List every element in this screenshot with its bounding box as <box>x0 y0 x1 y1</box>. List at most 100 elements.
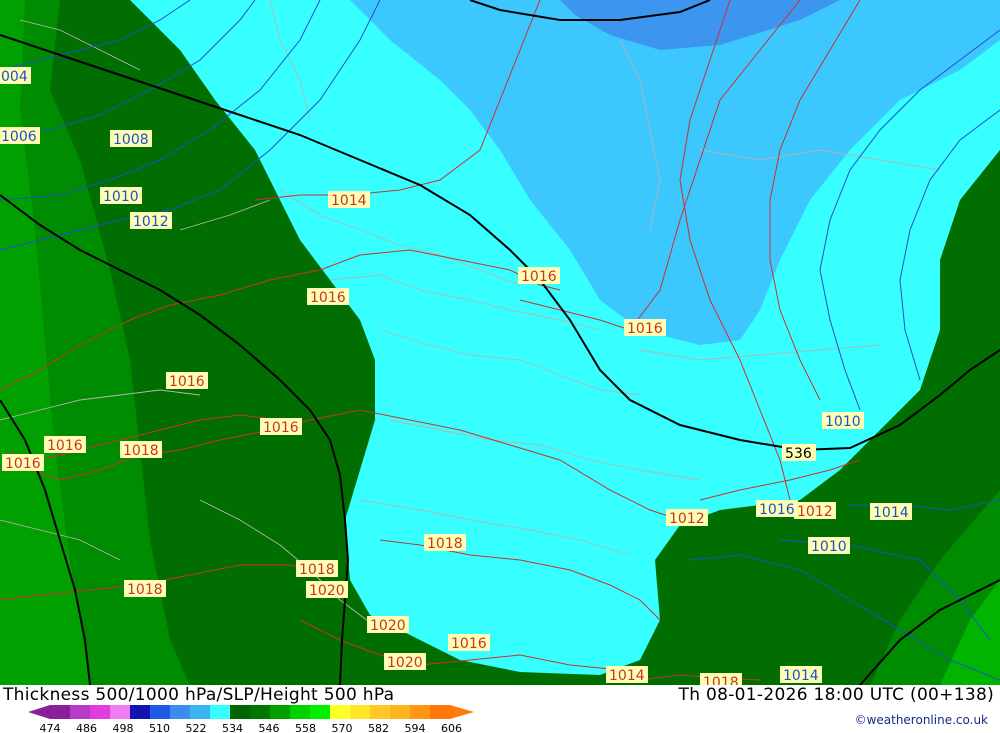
svg-text:1016: 1016 <box>310 290 346 306</box>
svg-text:1014: 1014 <box>331 193 367 209</box>
isobar-label: 1014 <box>870 503 912 521</box>
isobar-label: 1012 <box>794 502 836 520</box>
scale-swatch <box>230 705 251 719</box>
isobar-label: 1016 <box>756 500 798 518</box>
svg-text:1018: 1018 <box>127 582 163 598</box>
svg-text:1020: 1020 <box>309 583 345 599</box>
isobar-label: 1012 <box>666 509 708 527</box>
color-scale-bar <box>28 705 474 719</box>
svg-text:1016: 1016 <box>627 321 663 337</box>
isobar-label: 1016 <box>166 372 208 390</box>
svg-text:1012: 1012 <box>797 504 833 520</box>
svg-text:1010: 1010 <box>103 189 139 205</box>
thickness-map: 0041006 100810101012101410161016101610161… <box>0 0 1000 685</box>
svg-text:1016: 1016 <box>5 456 41 472</box>
isobar-label: 1008 <box>110 130 152 148</box>
scale-tick-label: 534 <box>222 722 243 733</box>
scale-swatch <box>330 705 351 719</box>
svg-text:1006: 1006 <box>1 129 37 145</box>
scale-tick-label: 522 <box>185 722 207 733</box>
isobar-label: 1010 <box>100 187 142 205</box>
scale-swatch <box>90 705 111 719</box>
isobar-label: 1010 <box>822 412 864 430</box>
svg-text:1016: 1016 <box>47 438 83 454</box>
thickness-label: 536 <box>782 444 816 462</box>
svg-text:1018: 1018 <box>299 562 335 578</box>
scale-swatch <box>130 705 151 719</box>
svg-text:1016: 1016 <box>263 420 299 436</box>
scale-right-arrow <box>450 705 474 719</box>
svg-text:1014: 1014 <box>783 668 819 684</box>
svg-text:1016: 1016 <box>169 374 205 390</box>
scale-tick-label: 510 <box>149 722 170 733</box>
isobar-label: 1016 <box>448 634 490 652</box>
svg-text:1016: 1016 <box>759 502 795 518</box>
scale-swatch <box>170 705 191 719</box>
scale-tick-label: 474 <box>39 722 61 733</box>
isobar-label: 1018 <box>424 534 466 552</box>
isobar-label: 1018 <box>296 560 338 578</box>
scale-swatch <box>310 705 331 719</box>
svg-text:1020: 1020 <box>387 655 423 671</box>
scale-tick-label: 558 <box>295 722 316 733</box>
map-title: Thickness 500/1000 hPa/SLP/Height 500 hP… <box>3 685 395 705</box>
scale-swatch <box>370 705 391 719</box>
isobar-label: 1018 <box>124 580 166 598</box>
scale-tick-label: 546 <box>258 722 280 733</box>
weather-map-page: 004 1006 1008 1010 1012 1014 1016 1016 1016 1016 1… <box>0 0 1000 733</box>
scale-swatch <box>430 705 451 719</box>
svg-text:536: 536 <box>785 446 812 462</box>
scale-swatch <box>390 705 411 719</box>
scale-swatch <box>190 705 211 719</box>
svg-text:1018: 1018 <box>123 443 159 459</box>
isobar-label: 1014 <box>606 666 648 684</box>
isobar-label: 1016 <box>518 267 560 285</box>
isobar-label: 1010 <box>808 537 850 555</box>
scale-tick-label: 594 <box>404 722 426 733</box>
scale-swatch <box>110 705 131 719</box>
svg-text:1010: 1010 <box>811 539 847 555</box>
svg-text:1014: 1014 <box>609 668 645 684</box>
scale-tick-label: 582 <box>368 722 389 733</box>
scale-swatch <box>70 705 91 719</box>
scale-swatch <box>270 705 291 719</box>
scale-swatch <box>210 705 231 719</box>
scale-tick-label: 498 <box>112 722 134 733</box>
scale-swatch <box>150 705 171 719</box>
svg-text:004: 004 <box>1 69 28 85</box>
isobar-label: 1018 <box>120 441 162 459</box>
svg-text:1012: 1012 <box>669 511 705 527</box>
scale-tick-label: 606 <box>441 722 462 733</box>
isobar-label: 1006 <box>0 127 40 145</box>
scale-swatch <box>250 705 271 719</box>
svg-text:1018: 1018 <box>703 675 739 685</box>
isobar-label: 1020 <box>367 616 409 634</box>
isobar-label: 004 <box>0 67 31 85</box>
isobar-label: 1012 <box>130 212 172 230</box>
isobar-label: 1014 <box>328 191 370 209</box>
isobar-label: 1016 <box>307 288 349 306</box>
isobar-label: 1016 <box>624 319 666 337</box>
scale-swatch <box>350 705 371 719</box>
svg-text:1016: 1016 <box>521 269 557 285</box>
svg-text:1008: 1008 <box>113 132 149 148</box>
isobar-label: 1016 <box>44 436 86 454</box>
svg-text:1018: 1018 <box>427 536 463 552</box>
credit-link[interactable]: ©weatheronline.co.uk <box>855 713 988 727</box>
map-footer: Thickness 500/1000 hPa/SLP/Height 500 hP… <box>0 685 1000 733</box>
svg-text:1012: 1012 <box>133 214 169 230</box>
svg-text:1014: 1014 <box>873 505 909 521</box>
isobar-label: 1014 <box>780 666 822 684</box>
scale-left-arrow <box>28 705 50 719</box>
scale-tick-label: 486 <box>76 722 97 733</box>
svg-text:1020: 1020 <box>370 618 406 634</box>
isobar-label: 1016 <box>260 418 302 436</box>
scale-swatch <box>50 705 71 719</box>
isobar-label: 1020 <box>384 653 426 671</box>
scale-tick-label: 570 <box>331 722 353 733</box>
valid-time: Th 08-01-2026 18:00 UTC (00+138) <box>678 685 994 705</box>
svg-text:1016: 1016 <box>451 636 487 652</box>
scale-swatch <box>290 705 311 719</box>
scale-swatch <box>410 705 431 719</box>
isobar-label: 1016 <box>2 454 44 472</box>
